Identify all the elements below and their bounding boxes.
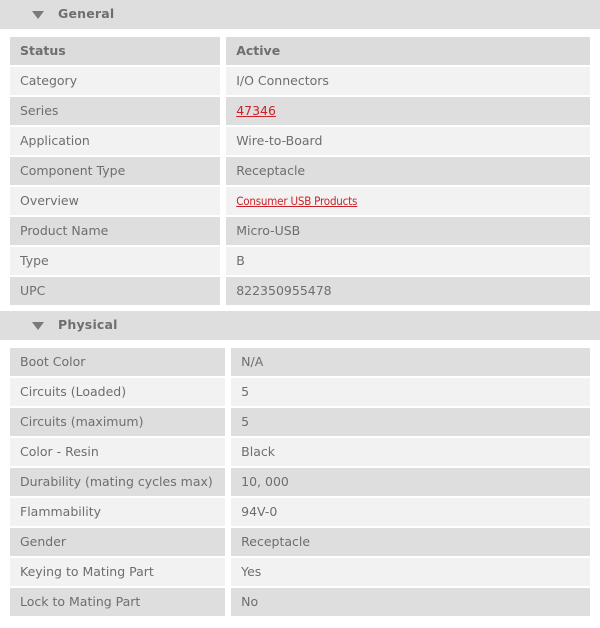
table-row: Color - Resin Black bbox=[10, 438, 590, 466]
spec-label: Durability (mating cycles max) bbox=[10, 468, 232, 496]
table-row: Durability (mating cycles max) 10, 000 bbox=[10, 468, 590, 496]
spec-label: Boot Color bbox=[10, 348, 232, 376]
caret-down-icon[interactable] bbox=[32, 321, 44, 330]
spec-value: 5 bbox=[231, 378, 590, 406]
spec-label: UPC bbox=[10, 277, 227, 305]
table-row: Component Type Receptacle bbox=[10, 157, 590, 185]
spec-table-physical: Boot Color N/A Circuits (Loaded) 5 Circuits … bbox=[10, 348, 590, 616]
spec-label: Product Name bbox=[10, 217, 227, 245]
spec-value: I/O Connectors bbox=[226, 67, 590, 95]
spec-value[interactable]: Consumer USB Products bbox=[226, 187, 590, 215]
table-row: Series 47346 bbox=[10, 97, 590, 125]
spec-label: Color - Resin bbox=[10, 438, 232, 466]
spec-label: Series bbox=[10, 97, 227, 125]
table-row: Type B bbox=[10, 247, 590, 275]
spec-label: Gender bbox=[10, 528, 232, 556]
table-row: Lock to Mating Part No bbox=[10, 588, 590, 616]
spec-value-link[interactable]: Consumer USB Products bbox=[236, 194, 357, 208]
caret-down-icon[interactable] bbox=[32, 10, 44, 19]
spec-value: Receptacle bbox=[231, 528, 590, 556]
spec-table-general: Status Active Category I/O Connectors Series… bbox=[10, 37, 590, 305]
spec-value: Black bbox=[231, 438, 590, 466]
table-row: Boot Color N/A bbox=[10, 348, 590, 376]
spec-value[interactable]: 47346 bbox=[226, 97, 590, 125]
section-title-general: General bbox=[58, 6, 115, 22]
table-row: Gender Receptacle bbox=[10, 528, 590, 556]
section-header-general[interactable]: General bbox=[0, 0, 600, 29]
spec-value: N/A bbox=[231, 348, 590, 376]
table-row: Product Name Micro-USB bbox=[10, 217, 590, 245]
spec-value: 5 bbox=[231, 408, 590, 436]
spec-sheet-page: General Status Active Category I/O Connector… bbox=[0, 0, 600, 616]
spec-value: No bbox=[231, 588, 590, 616]
spec-value: 10, 000 bbox=[231, 468, 590, 496]
spec-value: 822350955478 bbox=[226, 277, 590, 305]
table-row: Overview Consumer USB Products bbox=[10, 187, 590, 215]
spec-label: Keying to Mating Part bbox=[10, 558, 232, 586]
spec-label: Flammability bbox=[10, 498, 232, 526]
table-row: Flammability 94V-0 bbox=[10, 498, 590, 526]
section-header-spacer bbox=[0, 340, 600, 348]
table-row: Circuits (Loaded) 5 bbox=[10, 378, 590, 406]
table-row: Application Wire-to-Board bbox=[10, 127, 590, 155]
spec-value: Receptacle bbox=[226, 157, 590, 185]
table-row: Circuits (maximum) 5 bbox=[10, 408, 590, 436]
section-title-physical: Physical bbox=[58, 317, 118, 333]
table-row: Category I/O Connectors bbox=[10, 67, 590, 95]
table-row: Keying to Mating Part Yes bbox=[10, 558, 590, 586]
table-header-label: Status bbox=[10, 37, 227, 65]
spec-value: Wire-to-Board bbox=[226, 127, 590, 155]
spec-label: Lock to Mating Part bbox=[10, 588, 232, 616]
spec-label: Circuits (maximum) bbox=[10, 408, 232, 436]
spec-label: Circuits (Loaded) bbox=[10, 378, 232, 406]
table-header-row: Status Active bbox=[10, 37, 590, 65]
spec-label: Component Type bbox=[10, 157, 227, 185]
spec-value-link[interactable]: 47346 bbox=[236, 103, 276, 118]
spec-label: Overview bbox=[10, 187, 227, 215]
spec-label: Application bbox=[10, 127, 227, 155]
spec-label: Category bbox=[10, 67, 227, 95]
section-header-spacer bbox=[0, 29, 600, 37]
spec-value: Yes bbox=[231, 558, 590, 586]
spec-label: Type bbox=[10, 247, 227, 275]
section-header-physical[interactable]: Physical bbox=[0, 311, 600, 340]
spec-value: B bbox=[226, 247, 590, 275]
table-header-value: Active bbox=[226, 37, 590, 65]
table-row: UPC 822350955478 bbox=[10, 277, 590, 305]
spec-value: Micro-USB bbox=[226, 217, 590, 245]
spec-value: 94V-0 bbox=[231, 498, 590, 526]
